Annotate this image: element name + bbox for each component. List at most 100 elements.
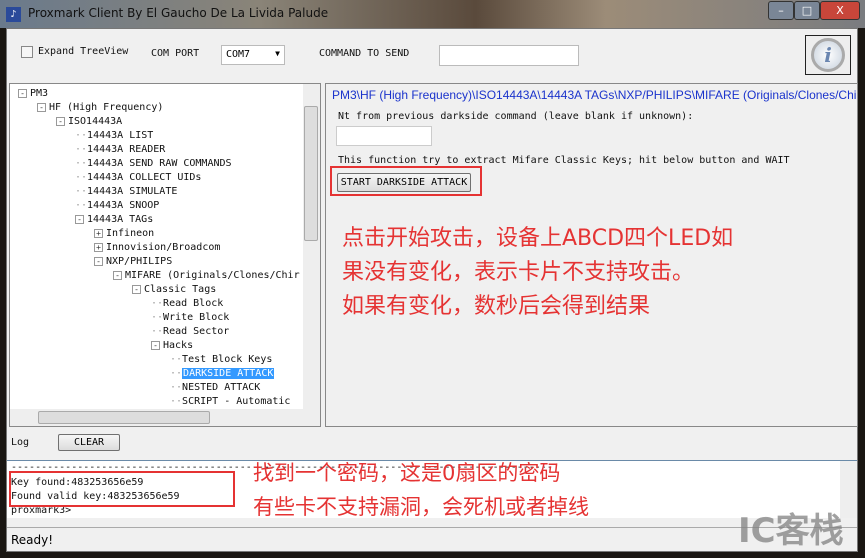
main-window: Expand TreeView COM PORT COM7 ▼ COMMAND T… xyxy=(6,28,858,552)
expand-icon[interactable]: + xyxy=(94,228,103,238)
tree-view[interactable]: - PM3- HF (High Frequency) - ISO14443A ··1444… xyxy=(9,83,321,427)
tree-item-label: Read Block xyxy=(163,298,224,309)
tree-item-label: Infineon xyxy=(106,228,155,239)
nt-input[interactable] xyxy=(336,126,432,146)
tree-line-icon: ·· xyxy=(75,200,88,211)
collapse-icon[interactable]: - xyxy=(18,88,27,98)
tree-vertical-scrollbar[interactable] xyxy=(303,84,320,411)
tree-item-label: 14443A SNOOP xyxy=(87,200,160,211)
annotation-line: 如果有变化，数秒后会得到结果 xyxy=(342,294,651,319)
annotation-line: 找到一个密码，这是0扇区的密码 xyxy=(253,461,561,485)
log-output[interactable]: ----------------------------------------… xyxy=(7,460,857,518)
com-port-label: COM PORT xyxy=(151,48,200,59)
title-bar: ♪ Proxmark Client By El Gaucho De La Liv… xyxy=(0,0,865,28)
info-icon: i xyxy=(811,38,845,72)
tree-item-label: Test Block Keys xyxy=(182,354,273,365)
tree-item-label: 14443A READER xyxy=(87,144,166,155)
collapse-icon[interactable]: - xyxy=(56,116,65,126)
nt-label: Nt from previous darkside command (leave… xyxy=(338,111,694,122)
status-bar: Ready! xyxy=(7,527,857,551)
tree-item[interactable]: - ISO14443A xyxy=(56,115,122,128)
tree-line-icon: ·· xyxy=(75,186,88,197)
highlight-box xyxy=(9,471,235,507)
tree-item-label: Hacks xyxy=(163,340,194,351)
tree-item[interactable]: ··SCRIPT - Automatic xyxy=(170,395,290,408)
tree-item-label: Read Sector xyxy=(163,326,230,337)
tree-item[interactable]: ··14443A SEND RAW COMMANDS xyxy=(75,157,232,170)
maximize-button[interactable]: □ xyxy=(794,1,820,20)
annotation-line: 果没有变化，表示卡片不支持攻击。 xyxy=(342,260,695,285)
tree-item[interactable]: - Classic Tags xyxy=(132,283,216,296)
tree-item[interactable]: ··14443A READER xyxy=(75,143,165,156)
collapse-icon[interactable]: - xyxy=(151,340,160,350)
collapse-icon[interactable]: - xyxy=(37,102,46,112)
tree-item[interactable]: ··14443A SIMULATE xyxy=(75,185,177,198)
tree-item-label: Classic Tags xyxy=(144,284,217,295)
scroll-thumb[interactable] xyxy=(38,411,210,424)
tree-line-icon: ·· xyxy=(151,326,164,337)
tree-item[interactable]: ··NESTED ATTACK xyxy=(170,381,260,394)
tree-item-label: DARKSIDE ATTACK xyxy=(182,368,275,379)
tree-item[interactable]: ··14443A LIST xyxy=(75,129,153,142)
tree-item-label: 14443A LIST xyxy=(87,130,154,141)
annotation-line: 点击开始攻击，设备上ABCD四个LED如 xyxy=(342,226,734,251)
tree-item[interactable]: - Hacks xyxy=(151,339,193,352)
function-panel: PM3\HF (High Frequency)\ISO14443A\14443A… xyxy=(325,83,858,427)
expand-treeview-checkbox[interactable] xyxy=(21,46,33,58)
tree-item-label: 14443A COLLECT UIDs xyxy=(87,172,202,183)
tree-item[interactable]: ··14443A COLLECT UIDs xyxy=(75,171,201,184)
tree-item[interactable]: ··DARKSIDE ATTACK xyxy=(170,367,275,380)
tree-item[interactable]: - PM3 xyxy=(18,87,48,100)
tree-line-icon: ·· xyxy=(170,368,183,379)
start-darkside-attack-button[interactable]: START DARKSIDE ATTACK xyxy=(337,173,471,192)
command-input[interactable] xyxy=(439,45,579,66)
close-button[interactable]: X xyxy=(820,1,860,20)
annotation-line: 有些卡不支持漏洞，会死机或者掉线 xyxy=(253,495,589,518)
scroll-thumb[interactable] xyxy=(304,106,318,241)
tree-item[interactable]: - MIFARE (Originals/Clones/Chir xyxy=(113,269,300,282)
collapse-icon[interactable]: - xyxy=(75,214,84,224)
tree-line-icon: ·· xyxy=(75,130,88,141)
expand-treeview-label: Expand TreeView xyxy=(38,46,129,57)
tree-item-label: ISO14443A xyxy=(68,116,123,127)
breadcrumb: PM3\HF (High Frequency)\ISO14443A\14443A… xyxy=(332,88,858,102)
tree-item-label: Innovision/Broadcom xyxy=(106,242,221,253)
tree-line-icon: ·· xyxy=(170,354,183,365)
com-port-select[interactable]: COM7 ▼ xyxy=(221,45,285,65)
log-label: Log xyxy=(11,437,30,448)
tree-item-label: NESTED ATTACK xyxy=(182,382,261,393)
collapse-icon[interactable]: - xyxy=(132,284,141,294)
tree-line-icon: ·· xyxy=(75,144,88,155)
tree-item[interactable]: ··Read Sector xyxy=(151,325,229,338)
tree-item-label: PM3 xyxy=(30,88,49,99)
tree-item[interactable]: - HF (High Frequency) xyxy=(37,101,163,114)
collapse-icon[interactable]: - xyxy=(113,270,122,280)
chevron-down-icon: ▼ xyxy=(275,49,280,58)
tree-item-label: MIFARE (Originals/Clones/Chir xyxy=(125,270,300,281)
tree-item[interactable]: ··Test Block Keys xyxy=(170,353,272,366)
tree-item[interactable]: - NXP/PHILIPS xyxy=(94,255,172,268)
tree-item[interactable]: + Innovision/Broadcom xyxy=(94,241,220,254)
tree-item[interactable]: -14443A TAGs xyxy=(75,213,153,226)
app-icon: ♪ xyxy=(6,7,21,22)
tree-horizontal-scrollbar[interactable] xyxy=(10,409,320,426)
tree-item-label: 14443A TAGs xyxy=(87,214,154,225)
description: This function try to extract Mifare Clas… xyxy=(338,155,790,166)
collapse-icon[interactable]: - xyxy=(94,256,103,266)
info-button[interactable]: i xyxy=(805,35,851,75)
tree-line-icon: ·· xyxy=(75,158,88,169)
tree-item[interactable]: ··Read Block xyxy=(151,297,223,310)
minimize-button[interactable]: – xyxy=(768,1,794,20)
tree-line-icon: ·· xyxy=(170,396,183,407)
watermark-logo: IC客栈 xyxy=(738,511,844,551)
tree-item-label: NXP/PHILIPS xyxy=(106,256,173,267)
tree-line-icon: ·· xyxy=(75,172,88,183)
clear-button[interactable]: CLEAR xyxy=(58,434,120,451)
tree-item[interactable]: + Infineon xyxy=(94,227,154,240)
tree-item-label: 14443A SEND RAW COMMANDS xyxy=(87,158,232,169)
expand-icon[interactable]: + xyxy=(94,242,103,252)
tree-item-label: SCRIPT - Automatic xyxy=(182,396,291,407)
tree-item[interactable]: ··Write Block xyxy=(151,311,229,324)
tree-item[interactable]: ··14443A SNOOP xyxy=(75,199,159,212)
tree-item-label: HF (High Frequency) xyxy=(49,102,164,113)
